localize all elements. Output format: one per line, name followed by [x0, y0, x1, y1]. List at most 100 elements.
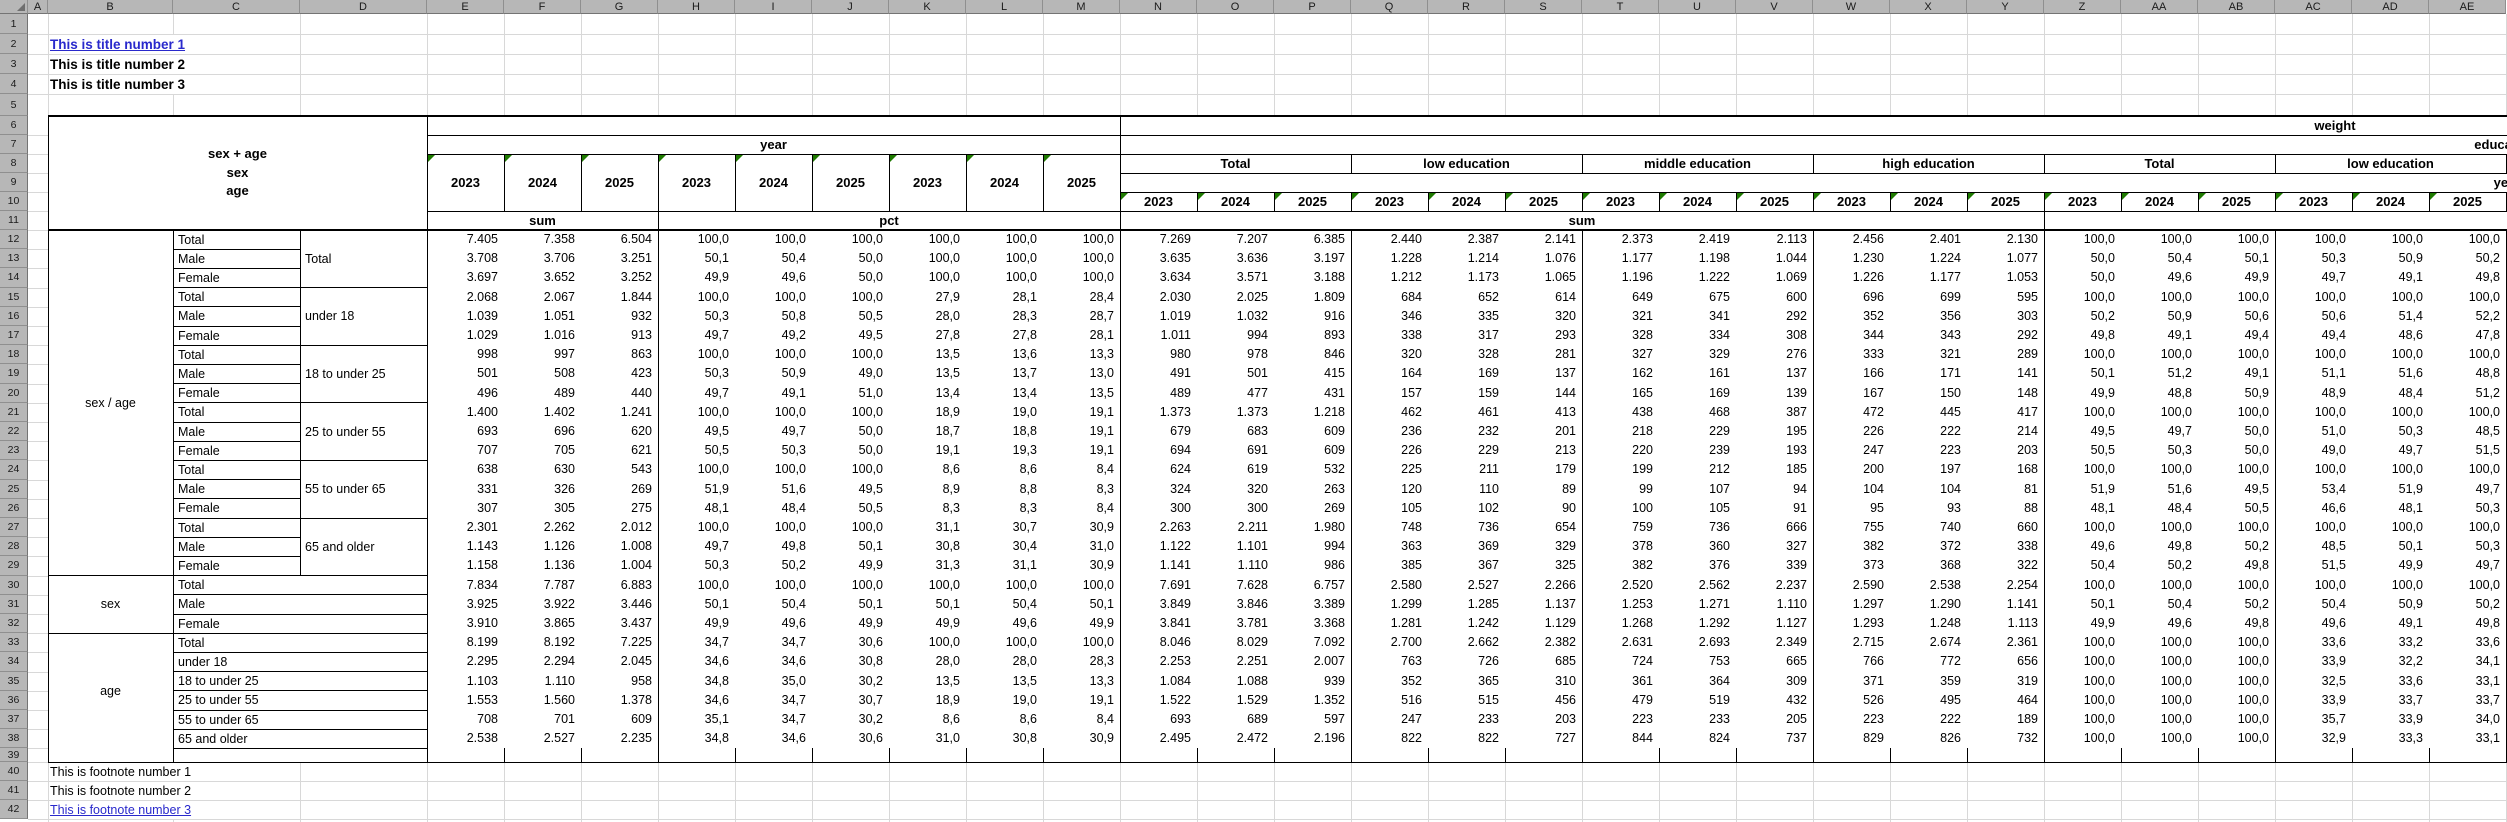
data-cell[interactable]: 91: [1736, 499, 1813, 518]
data-cell[interactable]: 51,1: [2275, 364, 2352, 383]
data-cell[interactable]: 49,7: [2352, 441, 2429, 460]
data-cell[interactable]: 30,7: [812, 691, 889, 710]
data-cell[interactable]: 275: [581, 499, 658, 518]
data-cell[interactable]: 1.177: [1582, 249, 1659, 268]
data-cell[interactable]: 214: [1967, 422, 2044, 441]
data-cell[interactable]: 49,9: [2352, 556, 2429, 575]
year-header-cell[interactable]: 2024: [735, 154, 812, 211]
data-cell[interactable]: 100,0: [2121, 460, 2198, 479]
data-cell[interactable]: 223: [1582, 710, 1659, 729]
data-cell[interactable]: 893: [1274, 326, 1351, 345]
data-cell[interactable]: 157: [1351, 384, 1428, 403]
data-cell[interactable]: 100,0: [2121, 345, 2198, 364]
year-header-cell[interactable]: 2024: [2352, 192, 2429, 211]
data-cell[interactable]: 100,0: [2121, 652, 2198, 671]
data-cell[interactable]: 1.980: [1274, 518, 1351, 537]
data-cell[interactable]: 30,8: [889, 537, 966, 556]
data-cell[interactable]: 222: [1890, 710, 1967, 729]
data-cell[interactable]: 50,3: [2352, 422, 2429, 441]
year-header-cell[interactable]: 2025: [1274, 192, 1351, 211]
data-cell[interactable]: 33,7: [2429, 691, 2506, 710]
data-cell[interactable]: 100,0: [2198, 576, 2275, 595]
data-cell[interactable]: 317: [1428, 326, 1505, 345]
data-cell[interactable]: 169: [1659, 384, 1736, 403]
data-cell[interactable]: 2.301: [427, 518, 504, 537]
data-cell[interactable]: 50,5: [812, 307, 889, 326]
header-education[interactable]: education: [1120, 135, 2507, 154]
data-cell[interactable]: 30,9: [1043, 729, 1120, 748]
data-cell[interactable]: 48,4: [2121, 499, 2198, 518]
row-header-cell[interactable]: 13: [0, 249, 28, 268]
data-cell[interactable]: 8,4: [1043, 460, 1120, 479]
row-header-cell[interactable]: 28: [0, 537, 28, 556]
year-header-cell[interactable]: 2023: [2275, 192, 2352, 211]
data-cell[interactable]: 2.631: [1582, 633, 1659, 652]
data-cell[interactable]: 3.708: [427, 249, 504, 268]
data-cell[interactable]: 665: [1736, 652, 1813, 671]
data-cell[interactable]: 359: [1890, 672, 1967, 691]
data-cell[interactable]: 33,3: [2352, 729, 2429, 748]
data-cell[interactable]: 6.883: [581, 576, 658, 595]
column-header-cell[interactable]: X: [1890, 0, 1967, 14]
data-cell[interactable]: 222: [1890, 422, 1967, 441]
data-cell[interactable]: 7.269: [1120, 230, 1197, 249]
data-cell[interactable]: 48,1: [2044, 499, 2121, 518]
header-pct-left[interactable]: pct: [658, 211, 1120, 230]
data-cell[interactable]: 619: [1197, 460, 1274, 479]
data-cell[interactable]: 649: [1582, 288, 1659, 307]
data-cell[interactable]: 236: [1351, 422, 1428, 441]
data-cell[interactable]: 49,6: [735, 268, 812, 287]
data-cell[interactable]: 239: [1659, 441, 1736, 460]
data-cell[interactable]: 100,0: [2429, 576, 2506, 595]
data-cell[interactable]: 1.069: [1736, 268, 1813, 287]
data-cell[interactable]: 19,1: [1043, 691, 1120, 710]
data-cell[interactable]: 2.520: [1582, 576, 1659, 595]
data-cell[interactable]: 49,9: [658, 268, 735, 287]
data-cell[interactable]: 100,0: [2429, 403, 2506, 422]
data-cell[interactable]: 226: [1813, 422, 1890, 441]
data-cell[interactable]: 415: [1274, 364, 1351, 383]
data-cell[interactable]: 100,0: [2275, 403, 2352, 422]
year-header-cell[interactable]: 2023: [2044, 192, 2121, 211]
data-cell[interactable]: 1.290: [1890, 595, 1967, 614]
data-cell[interactable]: 7.405: [427, 230, 504, 249]
data-cell[interactable]: 100,0: [2044, 288, 2121, 307]
data-cell[interactable]: 220: [1582, 441, 1659, 460]
data-cell[interactable]: 1.088: [1197, 672, 1274, 691]
data-cell[interactable]: 19,1: [889, 441, 966, 460]
data-cell[interactable]: 1.292: [1659, 614, 1736, 633]
data-cell[interactable]: 13,4: [966, 384, 1043, 403]
data-cell[interactable]: 18,8: [966, 422, 1043, 441]
data-cell[interactable]: 515: [1428, 691, 1505, 710]
title-3[interactable]: This is title number 3: [50, 74, 185, 94]
data-cell[interactable]: 2.266: [1505, 576, 1582, 595]
data-cell[interactable]: 8,3: [889, 499, 966, 518]
data-cell[interactable]: 495: [1890, 691, 1967, 710]
data-cell[interactable]: 479: [1582, 691, 1659, 710]
data-cell[interactable]: 344: [1813, 326, 1890, 345]
data-cell[interactable]: 185: [1736, 460, 1813, 479]
data-cell[interactable]: 2.456: [1813, 230, 1890, 249]
data-cell[interactable]: 233: [1428, 710, 1505, 729]
data-cell[interactable]: 339: [1736, 556, 1813, 575]
stub-sex-cell[interactable]: Female: [173, 614, 427, 633]
data-cell[interactable]: 49,6: [735, 614, 812, 633]
column-header-cell[interactable]: B: [48, 0, 173, 14]
data-cell[interactable]: 748: [1351, 518, 1428, 537]
data-cell[interactable]: 333: [1813, 345, 1890, 364]
data-cell[interactable]: 50,2: [2044, 307, 2121, 326]
data-cell[interactable]: 371: [1813, 672, 1890, 691]
data-cell[interactable]: 49,5: [658, 422, 735, 441]
data-cell[interactable]: 89: [1505, 480, 1582, 499]
data-cell[interactable]: 328: [1428, 345, 1505, 364]
data-cell[interactable]: 50,1: [658, 249, 735, 268]
data-cell[interactable]: 431: [1274, 384, 1351, 403]
data-cell[interactable]: 100: [1582, 499, 1659, 518]
data-cell[interactable]: 368: [1890, 556, 1967, 575]
data-cell[interactable]: 50,3: [2275, 249, 2352, 268]
data-cell[interactable]: 269: [581, 480, 658, 499]
row-header-cell[interactable]: 27: [0, 518, 28, 537]
data-cell[interactable]: 685: [1505, 652, 1582, 671]
row-header-cell[interactable]: 34: [0, 652, 28, 671]
data-cell[interactable]: 699: [1890, 288, 1967, 307]
